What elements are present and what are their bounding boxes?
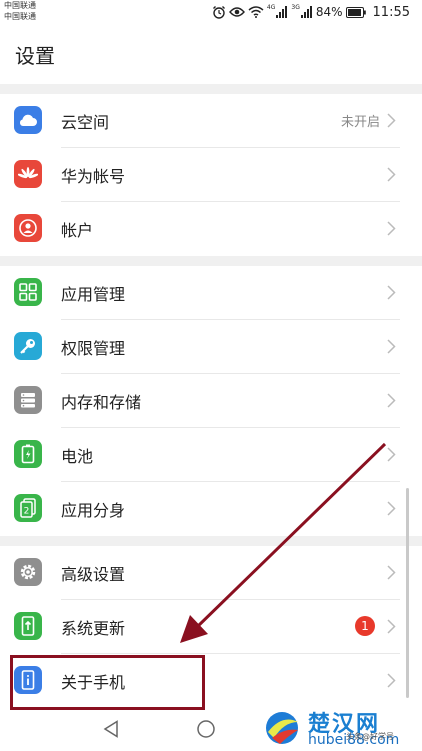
chevron-right-icon: [387, 501, 396, 516]
settings-item-label: 高级设置: [61, 565, 126, 584]
settings-item-label: 应用分身: [61, 501, 126, 520]
chevron-right-icon: [387, 285, 396, 300]
chevron-right-icon: [387, 167, 396, 182]
watermark: 楚汉网 hubei88.com 头条@好学号: [262, 706, 422, 751]
gear-icon: [14, 558, 42, 586]
settings-item-label: 内存和存储: [61, 393, 142, 412]
battery-icon: [14, 440, 42, 468]
settings-item-accounts[interactable]: 帐户: [0, 202, 422, 256]
cloud-icon: [14, 106, 42, 134]
settings-item-huawei-account[interactable]: 华为帐号: [0, 148, 422, 202]
signal-icon-2: [300, 6, 312, 18]
settings-item-permissions[interactable]: 权限管理: [0, 320, 422, 374]
network-type-2: 3G: [291, 3, 300, 11]
storage-icon: [14, 386, 42, 414]
settings-item-label: 系统更新: [61, 619, 126, 638]
section-divider: [0, 84, 422, 94]
watermark-logo-icon: [266, 712, 298, 744]
status-bar: 中国联通 中国联通 4G 3G 84% 11:55: [0, 0, 422, 26]
battery-percent: 84%: [315, 5, 343, 19]
grid-icon: [14, 278, 42, 306]
settings-item-memory-storage[interactable]: 内存和存储: [0, 374, 422, 428]
status-icons: 4G 3G 84% 11:55: [212, 3, 410, 21]
watermark-subtitle: 头条@好学号: [346, 732, 394, 741]
settings-item-label: 权限管理: [61, 339, 126, 358]
back-icon[interactable]: [103, 720, 119, 738]
settings-item-battery[interactable]: 电池: [0, 428, 422, 482]
wifi-icon: [248, 6, 264, 18]
settings-item-value: 未开启: [340, 115, 380, 130]
section-divider: [0, 536, 422, 546]
settings-item-label: 华为帐号: [61, 167, 126, 186]
chevron-right-icon: [387, 673, 396, 688]
network-type-1: 4G: [266, 3, 276, 11]
scrollbar[interactable]: [406, 488, 409, 698]
highlight-box: [10, 655, 205, 710]
settings-item-app-management[interactable]: 应用管理: [0, 266, 422, 320]
eye-icon: [228, 7, 245, 17]
chevron-right-icon: [387, 393, 396, 408]
alarm-icon: [212, 6, 225, 19]
settings-item-label: 云空间: [61, 113, 110, 132]
chevron-right-icon: [387, 619, 396, 634]
header: 设置: [0, 26, 422, 84]
settings-item-cloud[interactable]: 云空间 未开启: [0, 94, 422, 148]
page-title: 设置: [15, 44, 55, 68]
settings-item-app-twin[interactable]: 2 应用分身: [0, 482, 422, 536]
system-update-icon: [14, 612, 42, 640]
key-icon: [14, 332, 42, 360]
user-icon: [14, 214, 42, 242]
chevron-right-icon: [387, 221, 396, 236]
signal-icon-1: [276, 6, 288, 18]
settings-item-system-update[interactable]: 系统更新 1: [0, 600, 422, 654]
chevron-right-icon: [387, 447, 396, 462]
chevron-right-icon: [387, 339, 396, 354]
section-divider: [0, 256, 422, 266]
home-icon[interactable]: [196, 719, 216, 739]
carrier-2: 中国联通: [4, 12, 36, 21]
chevron-right-icon: [387, 565, 396, 580]
chevron-right-icon: [387, 113, 396, 128]
huawei-logo-icon: [14, 160, 42, 188]
update-badge: 1: [355, 616, 375, 636]
app-twin-icon: 2: [14, 494, 42, 522]
carrier-1: 中国联通: [4, 1, 36, 10]
clock: 11:55: [372, 4, 410, 20]
svg-text:2: 2: [24, 507, 30, 517]
settings-item-label: 应用管理: [61, 285, 126, 304]
settings-item-label: 电池: [61, 447, 94, 466]
battery-icon: [345, 6, 366, 18]
settings-item-advanced[interactable]: 高级设置: [0, 546, 422, 600]
settings-item-label: 帐户: [61, 221, 94, 240]
